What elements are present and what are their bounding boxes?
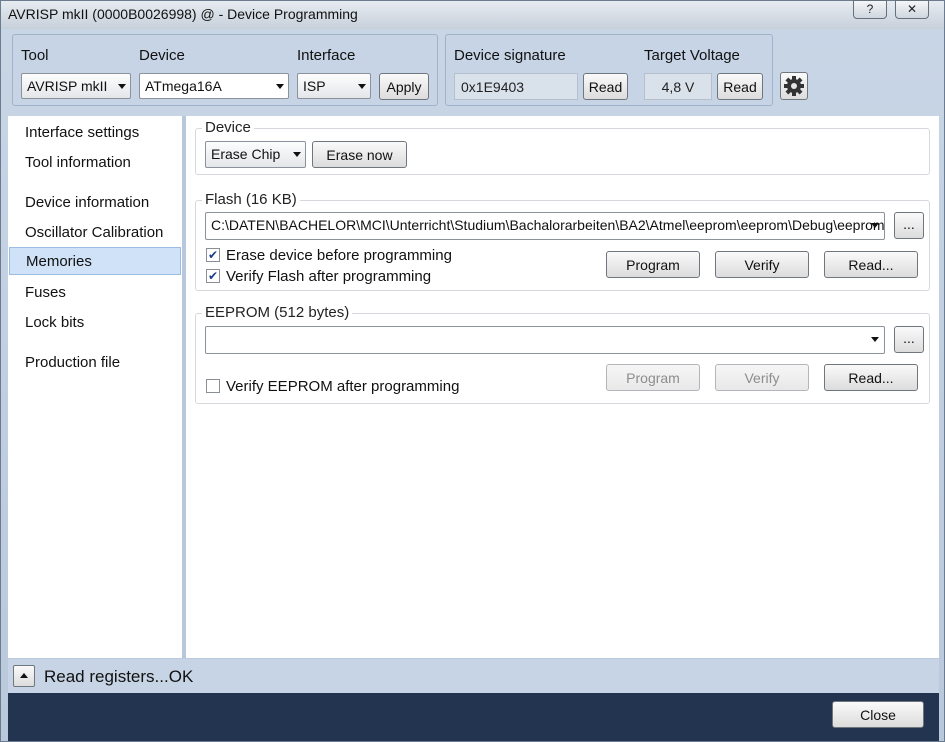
chevron-down-icon [871, 223, 879, 228]
flash-verify-button[interactable]: Verify [715, 251, 809, 278]
sidebar-item-production-file[interactable]: Production file [8, 349, 180, 377]
interface-select-value: ISP [303, 78, 326, 94]
sidebar-item-label: Tool information [25, 154, 131, 171]
chevron-down-icon [118, 84, 126, 89]
sidebar-item-label: Fuses [25, 284, 66, 301]
sidebar-nav: Interface settings Tool information Devi… [8, 116, 182, 658]
sidebar-item-lock-bits[interactable]: Lock bits [8, 309, 180, 337]
settings-button[interactable] [780, 72, 808, 100]
chevron-down-icon [358, 84, 366, 89]
eeprom-program-button[interactable]: Program [606, 364, 700, 391]
target-voltage-value: 4,8 V [644, 73, 712, 100]
verify-flash-label: Verify Flash after programming [226, 268, 432, 285]
sidebar-item-label: Lock bits [25, 314, 85, 331]
status-bar: Read registers...OK [8, 659, 939, 693]
sidebar-item-fuses[interactable]: Fuses [8, 279, 180, 307]
sidebar-item-label: Memories [26, 253, 92, 270]
eeprom-file-select[interactable] [205, 326, 885, 354]
flash-program-button[interactable]: Program [606, 251, 700, 278]
erase-mode-value: Erase Chip [211, 146, 281, 162]
device-programming-window: AVRISP mkII (0000B0026998) @ - Device Pr… [0, 0, 945, 742]
device-signature-value: 0x1E9403 [454, 73, 578, 100]
device-select[interactable]: ATmega16A [139, 73, 289, 99]
flash-read-button[interactable]: Read... [824, 251, 918, 278]
sidebar-item-oscillator-calibration[interactable]: Oscillator Calibration [8, 219, 180, 247]
verify-flash-checkbox[interactable]: ✔ [206, 269, 220, 283]
erase-before-programming-checkbox[interactable]: ✔ [206, 248, 220, 262]
flash-file-path: C:\DATEN\BACHELOR\MCI\Unterricht\Studium… [211, 217, 885, 233]
eeprom-browse-button[interactable]: ... [894, 326, 924, 353]
window-close-button[interactable]: ✕ [895, 0, 929, 19]
title-bar: AVRISP mkII (0000B0026998) @ - Device Pr… [1, 0, 944, 29]
read-signature-button[interactable]: Read [583, 73, 628, 100]
tool-select[interactable]: AVRISP mkII [21, 73, 131, 99]
chevron-down-icon [293, 152, 301, 157]
sidebar-item-label: Oscillator Calibration [25, 224, 164, 241]
window-title: AVRISP mkII (0000B0026998) @ - Device Pr… [8, 6, 358, 22]
tool-select-value: AVRISP mkII [27, 78, 108, 94]
sidebar-item-label: Production file [25, 354, 121, 371]
erase-before-programming-label: Erase device before programming [226, 247, 452, 264]
sidebar-item-device-information[interactable]: Device information [8, 189, 180, 217]
chevron-down-icon [871, 337, 879, 342]
sidebar-item-label: Interface settings [25, 124, 140, 141]
sidebar-item-label: Device information [25, 194, 150, 211]
status-message: Read registers...OK [44, 667, 194, 686]
tool-label: Tool [21, 47, 49, 64]
erase-mode-select[interactable]: Erase Chip [205, 141, 306, 168]
check-icon: ✔ [207, 269, 219, 283]
target-voltage-label: Target Voltage [644, 47, 740, 64]
device-select-value: ATmega16A [145, 78, 222, 94]
chevron-down-icon [276, 84, 284, 89]
memories-panel: Device Erase Chip Erase now Flash (16 KB… [186, 116, 939, 658]
eeprom-read-button[interactable]: Read... [824, 364, 918, 391]
apply-button[interactable]: Apply [379, 73, 429, 100]
device-section-title: Device [202, 119, 254, 136]
eeprom-section-title: EEPROM (512 bytes) [202, 304, 353, 321]
expand-log-button[interactable] [13, 665, 35, 687]
flash-browse-button[interactable]: ... [894, 212, 924, 239]
verify-eeprom-checkbox[interactable] [206, 379, 220, 393]
flash-section-title: Flash (16 KB) [202, 191, 300, 208]
help-button[interactable]: ? [853, 0, 887, 19]
sidebar-item-interface-settings[interactable]: Interface settings [8, 119, 180, 147]
interface-select[interactable]: ISP [297, 73, 371, 99]
verify-eeprom-label: Verify EEPROM after programming [226, 378, 460, 395]
interface-label: Interface [297, 47, 356, 64]
read-voltage-button[interactable]: Read [717, 73, 763, 100]
flash-file-select[interactable]: C:\DATEN\BACHELOR\MCI\Unterricht\Studium… [205, 212, 885, 240]
eeprom-verify-button[interactable]: Verify [715, 364, 809, 391]
device-label: Device [139, 47, 185, 64]
sidebar-item-memories[interactable]: Memories [9, 247, 181, 275]
sidebar-item-tool-information[interactable]: Tool information [8, 149, 180, 177]
erase-now-button[interactable]: Erase now [312, 141, 407, 168]
device-signature-label: Device signature [454, 47, 566, 64]
dialog-footer: Close [8, 693, 939, 741]
gear-icon [784, 76, 804, 96]
check-icon: ✔ [207, 248, 219, 262]
close-button[interactable]: Close [832, 701, 924, 728]
